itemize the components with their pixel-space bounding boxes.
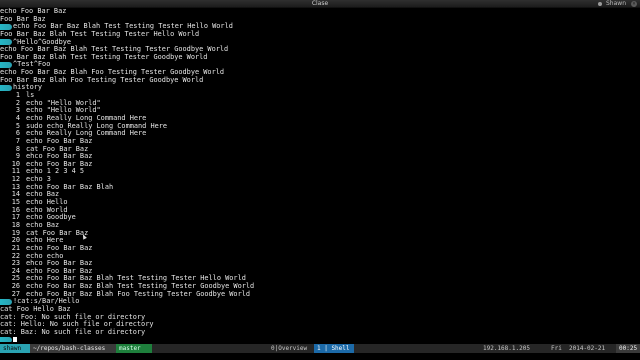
user-icon (598, 2, 602, 6)
status-window-shell[interactable]: 1 | Shell (314, 344, 354, 353)
history-entry: 22 echo echo (0, 252, 640, 261)
status-window-overview[interactable]: 0|Overview (268, 344, 310, 353)
history-entry: 19 cat Foo Bar Baz (0, 229, 640, 238)
history-command: echo Hello (26, 198, 68, 207)
output-line: Foo Bar Baz Blah Test Testing Tester Goo… (0, 52, 208, 61)
window-title: Clase (311, 0, 329, 7)
history-entry: 7 echo Foo Bar Baz (0, 136, 640, 146)
status-ip-address: 192.168.1.205 (483, 345, 530, 352)
status-session-user: shawn (0, 344, 30, 353)
history-entry: 16 echo World (0, 206, 640, 215)
history-command: echo Baz (26, 220, 60, 229)
status-day: Fri (551, 345, 562, 352)
history-entry: 6 echo Really Long Command Here (0, 129, 640, 138)
command-line: history (0, 84, 640, 92)
window-titlebar: Clase Shawn × (0, 0, 640, 8)
status-path: ~/repos/bash-classes (30, 344, 116, 353)
command-line: !cat:s/Bar/Hello (0, 298, 640, 306)
close-icon[interactable]: × (631, 1, 637, 7)
history-entry: 13 echo Foo Bar Baz Blah (0, 183, 640, 192)
output-line: Foo Bar Baz Blah Foo Testing Tester Good… (0, 75, 204, 84)
history-entry: 15 echo Hello (0, 198, 640, 207)
status-time: 00:25 (616, 344, 640, 353)
history-entry: 11 echo 1 2 3 4 5 (0, 168, 640, 176)
history-entry: 9 ehco Foo Bar Baz (0, 152, 640, 161)
history-command: ehco Foo Bar Baz (26, 152, 93, 161)
prompt-icon (0, 85, 12, 92)
history-command: echo Really Long Command Here (26, 113, 147, 122)
history-entry: 20 echo Here (0, 236, 640, 245)
output-line: cat: Baz: No such file or directory (0, 327, 146, 336)
text-cursor (13, 337, 17, 342)
history-command: ehco Foo Bar Baz (26, 259, 93, 268)
history-command: echo Foo Bar Baz (26, 243, 93, 252)
history-command: ls (26, 91, 35, 100)
bottom-strip (0, 353, 640, 360)
history-entry: 21 echo Foo Bar Baz (0, 243, 640, 253)
output-line: echo Foo Bar Baz (0, 8, 67, 15)
tmux-status-bar: shawn ~/repos/bash-classes master 0|Over… (0, 344, 640, 353)
history-command: echo Foo Bar Baz (26, 136, 93, 145)
titlebar-user[interactable]: Shawn (606, 0, 626, 8)
output-line: Foo Bar Baz Blah Test Testing Tester Hel… (0, 29, 200, 38)
status-date: 2014-02-21 (569, 345, 606, 352)
terminal-output[interactable]: echo Foo Bar Baz Foo Bar Baz echo Foo Bar … (0, 8, 640, 342)
history-command: echo 3 (26, 175, 51, 184)
prompt-icon (0, 337, 12, 342)
status-git-branch: master (116, 344, 152, 353)
history-command: echo Foo Bar Baz Blah Test Testing Teste… (26, 282, 255, 291)
history-entry: 23 ehco Foo Bar Baz (0, 259, 640, 268)
history-entry: 8 cat Foo Bar Baz (0, 145, 640, 154)
history-entry: 18 echo Baz (0, 220, 640, 230)
history-entry: 14 echo Baz (0, 191, 640, 199)
history-entry: 27 echo Foo Bar Baz Blah Foo Testing Test… (0, 290, 640, 299)
history-entry: 17 echo Goodbye (0, 213, 640, 222)
history-entry: 10 echo Foo Bar Baz (0, 160, 640, 169)
active-prompt[interactable] (0, 337, 640, 342)
